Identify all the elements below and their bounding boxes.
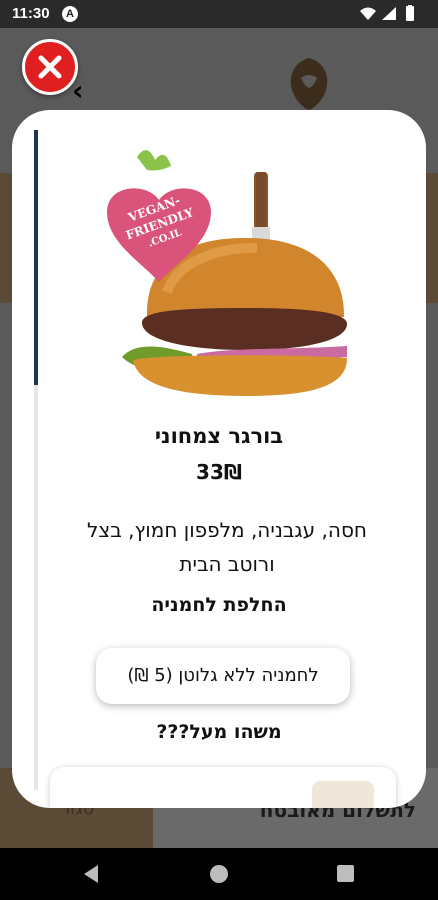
restaurant-logo (284, 56, 334, 116)
battery-icon (406, 5, 414, 21)
product-price: 33₪ (196, 460, 242, 484)
close-icon (38, 55, 62, 79)
burger-image: VEGAN- FRIENDLY .CO.IL (107, 150, 347, 396)
status-bar: 11:30 A (0, 0, 438, 28)
signal-icon (382, 7, 396, 20)
nav-recents-icon[interactable] (337, 865, 354, 882)
scrollbar[interactable] (34, 130, 38, 790)
system-nav-bar (0, 848, 438, 900)
gluten-free-bun-option[interactable]: לחמניה ללא גלוטן (5 ₪) (96, 648, 350, 704)
close-button[interactable] (22, 39, 78, 95)
wifi-icon (360, 7, 376, 20)
nav-back-icon[interactable] (84, 865, 98, 883)
section-bread-heading: החלפת לחמניה (151, 594, 287, 616)
product-title: בורגר צמחוני (154, 424, 284, 448)
product-modal: VEGAN- FRIENDLY .CO.IL בורגר צמחוני 33₪ … (12, 110, 426, 808)
status-time: 11:30 (12, 5, 50, 22)
section-extras-heading: משהו מעל??? (156, 721, 282, 743)
nav-home-icon[interactable] (210, 865, 228, 883)
extra-option-card[interactable] (50, 767, 396, 808)
product-description: חסה, עגבניה, מלפפון חמוץ, בצל ורוטב הבית (87, 518, 367, 576)
extra-option-image (312, 781, 374, 808)
status-icons (358, 5, 428, 23)
scrollbar-thumb[interactable] (34, 130, 38, 385)
accessibility-icon: A (62, 6, 78, 22)
